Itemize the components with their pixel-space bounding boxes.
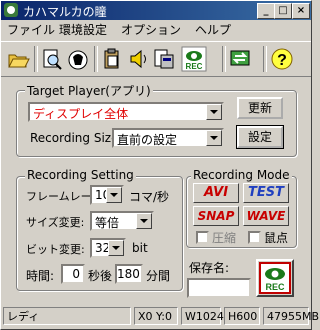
chevron-down-icon[interactable] bbox=[136, 213, 152, 229]
time-label: 時間: bbox=[26, 269, 55, 283]
bit-select[interactable]: 32 bbox=[90, 238, 126, 258]
save-name-input[interactable] bbox=[187, 278, 251, 298]
menu-settings[interactable]: 環境設定 bbox=[59, 22, 107, 39]
switch-icon[interactable] bbox=[227, 46, 253, 72]
test-mode-button[interactable]: TEST bbox=[243, 183, 289, 203]
status-free-space: 47955MB bbox=[263, 307, 319, 325]
menu-file[interactable]: ファイル bbox=[7, 22, 55, 39]
recording-setting-label: Recording Setting bbox=[25, 168, 136, 182]
recording-size-select[interactable]: 直前の設定 bbox=[112, 128, 224, 148]
target-player-value: ディスプレイ全体 bbox=[33, 107, 129, 121]
recording-mode-label: Recording Mode bbox=[191, 168, 292, 182]
time-mid-label: 秒後 bbox=[88, 269, 113, 283]
mouse-point-label: 鼠点 bbox=[264, 231, 289, 245]
menu-options[interactable]: オプション bbox=[121, 22, 181, 39]
preview-icon[interactable] bbox=[39, 46, 65, 72]
maximize-button[interactable]: □ bbox=[274, 3, 292, 19]
open-folder-icon[interactable] bbox=[5, 46, 31, 72]
help-icon[interactable]: ? bbox=[269, 46, 295, 72]
chevron-down-icon[interactable] bbox=[206, 104, 222, 120]
toolbar-separator bbox=[263, 46, 267, 72]
time-length-input[interactable]: 180 bbox=[115, 264, 143, 284]
resize-label: サイズ変更: bbox=[26, 216, 85, 229]
close-button[interactable]: × bbox=[292, 3, 310, 19]
rec-eye-icon: REC bbox=[259, 262, 291, 294]
main-window: カハマルカの瞳 _ □ × ファイル 環境設定 オプション ヘルプ REC ? … bbox=[0, 0, 319, 330]
recording-size-value: 直前の設定 bbox=[117, 133, 178, 147]
toolbar-separator bbox=[94, 46, 98, 72]
resize-value: 等倍 bbox=[95, 216, 120, 230]
compress-label: 圧縮 bbox=[212, 231, 237, 245]
toolbar: REC ? bbox=[1, 41, 311, 77]
chevron-down-icon[interactable] bbox=[106, 187, 122, 203]
minimize-button[interactable]: _ bbox=[257, 3, 275, 19]
avi-mode-button[interactable]: AVI bbox=[193, 183, 239, 203]
toolbar-separator bbox=[222, 46, 226, 72]
clipboard-icon[interactable] bbox=[99, 46, 125, 72]
recording-size-label: Recording Size: bbox=[30, 131, 123, 145]
svg-text:REC: REC bbox=[186, 62, 203, 71]
capture-icon[interactable] bbox=[65, 46, 91, 72]
wave-mode-button[interactable]: WAVE bbox=[243, 206, 289, 226]
title-bar[interactable]: カハマルカの瞳 _ □ × bbox=[1, 1, 311, 20]
menu-help[interactable]: ヘルプ bbox=[195, 22, 231, 39]
snap-mode-button[interactable]: SNAP bbox=[193, 206, 239, 226]
framerate-select[interactable]: 10 bbox=[90, 185, 124, 205]
time-unit-label: 分間 bbox=[146, 269, 171, 283]
target-player-select[interactable]: ディスプレイ全体 bbox=[28, 102, 224, 122]
compress-checkbox[interactable] bbox=[196, 231, 209, 244]
status-state: レディ bbox=[3, 307, 131, 325]
toolbar-separator bbox=[34, 46, 38, 72]
framerate-unit: コマ/秒 bbox=[129, 190, 170, 204]
window-title: カハマルカの瞳 bbox=[23, 5, 107, 19]
svg-text:REC: REC bbox=[265, 282, 285, 292]
target-player-label: Target Player(アプリ) bbox=[25, 82, 153, 99]
sound-icon[interactable] bbox=[125, 46, 151, 72]
chevron-down-icon[interactable] bbox=[108, 240, 124, 256]
mouse-point-checkbox[interactable] bbox=[248, 231, 261, 244]
chevron-down-icon[interactable] bbox=[206, 130, 222, 146]
refresh-button[interactable]: 更新 bbox=[237, 97, 283, 119]
rec-button[interactable]: REC bbox=[256, 259, 294, 297]
save-name-label: 保存名: bbox=[189, 261, 230, 275]
status-height: H600 bbox=[224, 307, 260, 325]
svg-text:?: ? bbox=[277, 52, 287, 69]
rec-icon[interactable]: REC bbox=[181, 46, 207, 72]
status-width: W1024 bbox=[181, 307, 224, 325]
status-xy: X0 Y:0 bbox=[134, 307, 178, 325]
resize-select[interactable]: 等倍 bbox=[90, 211, 154, 231]
settings-button[interactable]: 設定 bbox=[236, 125, 284, 149]
bit-label: ビット変更: bbox=[26, 243, 85, 256]
app-icon bbox=[4, 3, 18, 17]
bit-unit: bit bbox=[132, 241, 148, 255]
time-start-input[interactable]: 0 bbox=[61, 264, 85, 284]
file-window-icon[interactable] bbox=[151, 46, 177, 72]
